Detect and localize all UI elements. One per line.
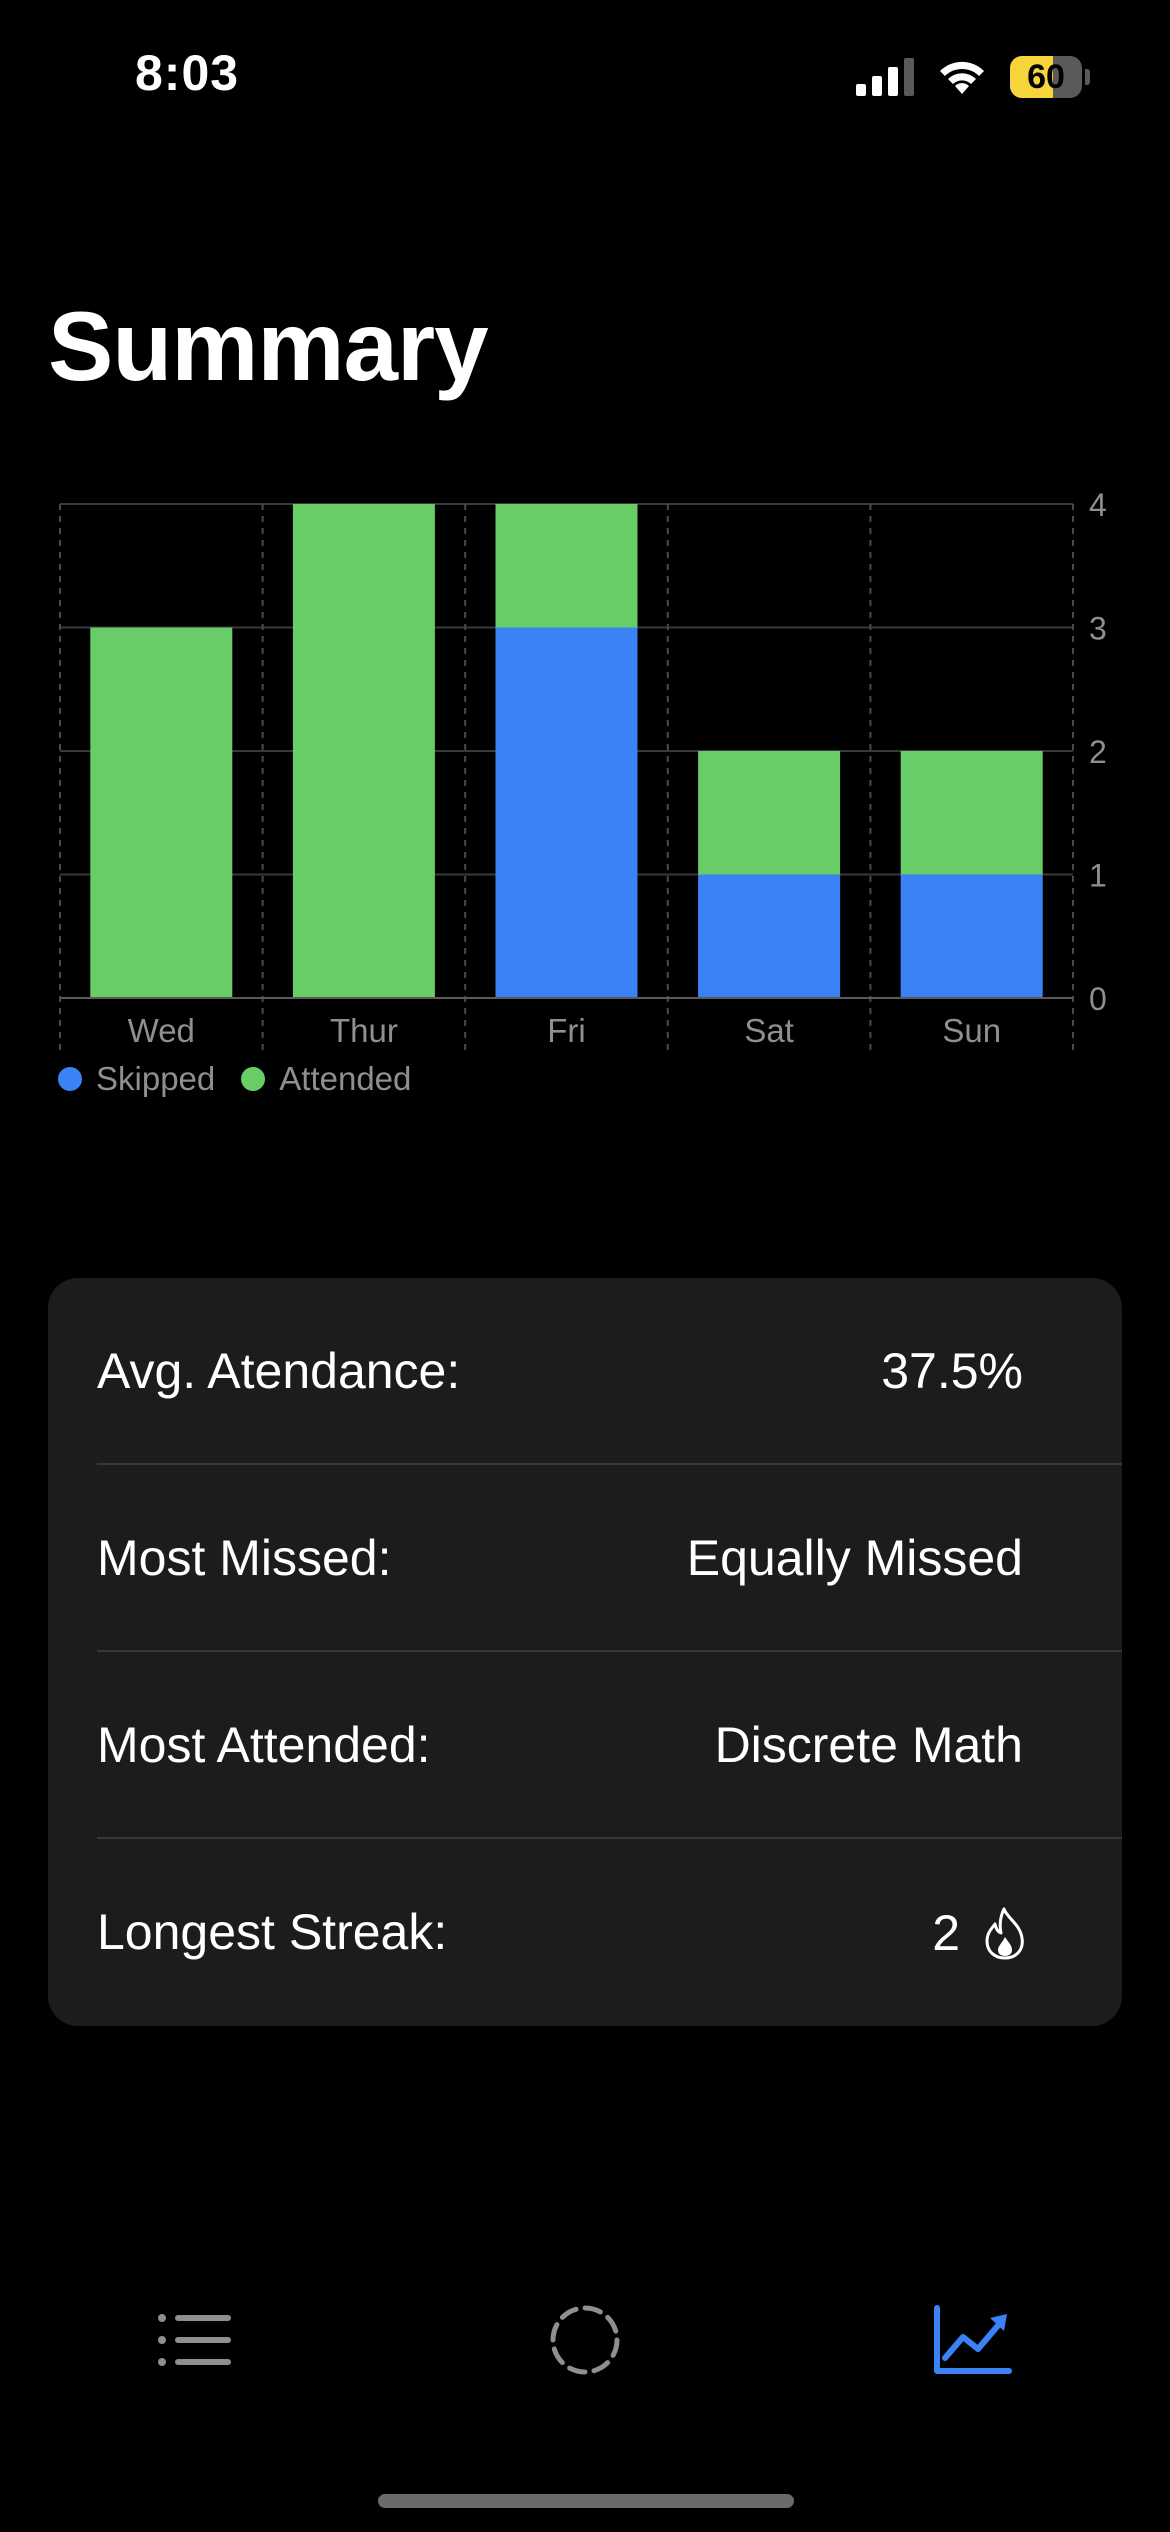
chart-legend: Skipped Attended [58,1060,437,1098]
stat-row-most-attended: Most Attended: Discrete Math [48,1652,1122,1839]
status-time: 8:03 [135,45,240,101]
legend-dot-skipped [58,1067,82,1091]
flame-icon [985,1907,1024,1959]
bar-skipped-sat [698,874,841,998]
stat-label-most-attended: Most Attended: [97,1717,431,1773]
y-tick-label: 4 [1089,487,1107,523]
x-tick-label: Fri [547,1012,585,1049]
bar-skipped-fri [495,627,638,998]
stat-label-longest-streak: Longest Streak: [97,1904,448,1960]
bar-attended-wed [90,627,233,998]
legend-dot-attended [241,1067,266,1091]
wifi-icon [940,61,984,94]
bar-skipped-sun [900,874,1043,998]
tab-list[interactable] [135,2280,255,2400]
battery-level: 60 [1027,58,1065,96]
bar-attended-fri [495,504,638,628]
battery-icon: 60 [1010,56,1090,98]
battery-body: 60 [1010,56,1082,98]
stat-label-avg-attendance: Avg. Atendance: [97,1343,461,1399]
x-tick-label: Sun [942,1012,1001,1049]
bar-attended-thur [292,504,435,998]
stat-value-most-attended: Discrete Math [714,1717,1023,1773]
bar-attended-sun [900,751,1043,875]
y-tick-label: 2 [1089,734,1107,770]
legend-label-skipped: Skipped [96,1060,216,1097]
stats-card: Avg. Atendance: 37.5% Most Missed: Equal… [48,1278,1122,2026]
list-icon [158,2314,231,2366]
x-tick-label: Thur [330,1012,398,1049]
home-indicator [378,2494,794,2508]
y-tick-label: 0 [1089,981,1107,1017]
stat-row-most-missed: Most Missed: Equally Missed [48,1465,1122,1652]
y-tick-label: 3 [1089,611,1107,647]
bar-attended-sat [698,751,841,875]
tab-session[interactable] [525,2280,645,2400]
streak-value-group: 2 [932,1839,1026,2026]
page-title: Summary [48,291,489,401]
tab-summary[interactable] [913,2280,1033,2400]
stat-row-avg-attendance: Avg. Atendance: 37.5% [48,1278,1122,1465]
battery-cap [1085,69,1090,85]
x-tick-label: Sat [744,1012,794,1049]
chart-trend-icon [934,2305,1012,2374]
legend-label-attended: Attended [279,1060,412,1097]
status-bar: 8:03 60 [0,0,1170,150]
stat-value-longest-streak: 2 [932,1904,960,1961]
legend-item-skipped: Skipped [58,1060,215,1098]
stat-label-most-missed: Most Missed: [97,1530,392,1586]
attendance-bar-chart: 0 1 2 3 4 Wed Thur Fri Sat Sun [59,487,1107,1050]
legend-item-attended: Attended [241,1060,411,1098]
stat-value-most-missed: Equally Missed [686,1530,1023,1586]
x-tick-label: Wed [128,1012,195,1049]
stat-value-avg-attendance: 37.5% [881,1343,1023,1399]
y-tick-label: 1 [1089,858,1107,894]
stat-row-longest-streak: Longest Streak: 2 [48,1839,1122,2026]
dashed-circle-icon [550,2305,620,2375]
tab-bar [0,2280,1170,2400]
cellular-signal-icon [856,58,914,96]
